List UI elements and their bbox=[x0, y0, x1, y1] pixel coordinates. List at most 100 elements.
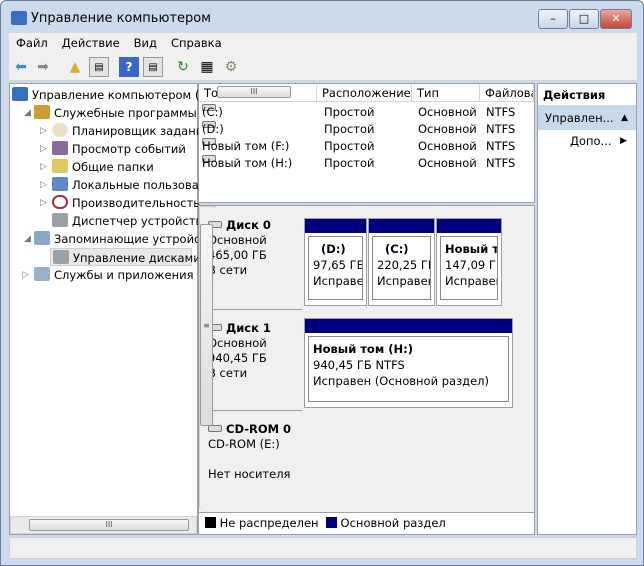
disk-0-info[interactable]: Диск 0 Основной 465,00 ГБ В сети bbox=[201, 208, 302, 310]
tree-item-device-manager[interactable]: Диспетчер устройств bbox=[52, 212, 202, 230]
expand-arrow-icon[interactable]: ▷ bbox=[40, 180, 47, 190]
tree-horizontal-scrollbar[interactable]: III bbox=[10, 516, 197, 534]
tree-item-label: Планировщик задани bbox=[72, 124, 204, 138]
partition-name: (C:) bbox=[385, 242, 409, 256]
volume-fs: NTFS bbox=[486, 122, 516, 136]
disk-layout-pane: Диск 0 Основной 465,00 ГБ В сети (D:) 97,65… bbox=[198, 205, 535, 535]
partition-d[interactable]: (D:) 97,65 ГБ Исправе bbox=[304, 218, 367, 306]
volume-layout: Простой bbox=[324, 139, 375, 153]
column-header-fs[interactable]: Файлова bbox=[480, 84, 534, 102]
navigation-tree: Управление компьютером (л Служебные прог… bbox=[9, 83, 207, 535]
tools-icon bbox=[34, 105, 50, 119]
actions-title: Действия bbox=[538, 84, 636, 106]
storage-icon bbox=[34, 231, 50, 245]
tree-item-label: Производительность bbox=[72, 196, 201, 210]
tree-item-event-viewer[interactable]: Просмотр событий bbox=[52, 140, 186, 158]
menu-help[interactable]: Справка bbox=[171, 36, 222, 50]
tree-item-local-users[interactable]: Локальные пользоват bbox=[52, 176, 206, 194]
partition-status: Исправен bbox=[377, 274, 431, 288]
tree-item-task-scheduler[interactable]: Планировщик задани bbox=[52, 122, 203, 140]
partition-name: Новый т bbox=[445, 242, 498, 256]
volume-row[interactable]: Новый том (F:) Простой Основной NTFS bbox=[199, 138, 534, 155]
window: Управление компьютером – □ ✕ Файл Действи… bbox=[0, 0, 644, 566]
computer-icon bbox=[12, 87, 28, 101]
back-arrow-icon[interactable]: ⬅ bbox=[11, 57, 31, 77]
window-title: Управление компьютером bbox=[31, 11, 211, 26]
cdrom-0-info[interactable]: CD-ROM 0 CD-ROM (E:) Нет носителя bbox=[201, 412, 302, 510]
forward-arrow-icon[interactable]: ➡ bbox=[33, 57, 53, 77]
volume-row[interactable]: (C:) Простой Основной NTFS bbox=[199, 104, 534, 121]
tree-item-disk-management[interactable]: Управление дисками bbox=[50, 248, 201, 266]
partition-h[interactable]: Новый том (H:) 940,45 ГБ NTFS Исправен (Ос… bbox=[304, 318, 513, 408]
tree-root[interactable]: Управление компьютером (л bbox=[12, 86, 207, 104]
partition-c[interactable]: (C:) 220,25 ГБ Исправен bbox=[368, 218, 435, 306]
column-header-layout[interactable]: Расположение bbox=[317, 84, 412, 102]
partition-size: 147,09 ГБ bbox=[445, 258, 498, 272]
expand-arrow-icon[interactable]: ▷ bbox=[22, 270, 29, 280]
partition-f[interactable]: Новый т 147,09 ГБ Исправен bbox=[436, 218, 502, 306]
partition-status: Исправен (Основной раздел) bbox=[313, 374, 490, 388]
tree-item-services-apps[interactable]: Службы и приложения bbox=[34, 266, 194, 284]
tree-item-system-tools[interactable]: Служебные программы bbox=[34, 104, 197, 122]
legend-primary-partition: Основной раздел bbox=[340, 516, 446, 530]
disk-status: Нет носителя bbox=[208, 467, 291, 481]
help-icon[interactable]: ? bbox=[119, 57, 139, 77]
disk-1-info[interactable]: Диск 1 Основной 940,45 ГБ В сети bbox=[201, 311, 302, 411]
collapse-up-icon: ▲ bbox=[621, 113, 628, 123]
legend-unallocated: Не распределен bbox=[219, 516, 319, 530]
actions-more-label: Допо... bbox=[570, 134, 612, 148]
menu-view[interactable]: Вид bbox=[134, 36, 157, 50]
tree-item-storage[interactable]: Запоминающие устройст bbox=[34, 230, 207, 248]
tree-item-label: Просмотр событий bbox=[72, 142, 186, 156]
expand-arrow-icon[interactable]: ▷ bbox=[40, 126, 47, 136]
legend: Не распределен Основной раздел bbox=[199, 512, 534, 534]
column-header-type[interactable]: Тип bbox=[412, 84, 480, 102]
menu-action[interactable]: Действие bbox=[62, 36, 120, 50]
minimize-button[interactable]: – bbox=[538, 9, 568, 29]
expand-arrow-icon[interactable]: ▷ bbox=[40, 162, 47, 172]
partition-name: (D:) bbox=[321, 242, 346, 256]
tree-item-label: Управление дисками bbox=[73, 251, 201, 265]
unallocated-swatch bbox=[205, 517, 216, 528]
collapse-arrow-icon[interactable]: ◢ bbox=[24, 234, 31, 244]
close-button[interactable]: ✕ bbox=[600, 9, 632, 29]
disk-type: CD-ROM (E:) bbox=[208, 437, 280, 451]
tree-item-shared-folders[interactable]: Общие папки bbox=[52, 158, 154, 176]
disk-size: 940,45 ГБ bbox=[208, 351, 267, 365]
tree-item-label: Службы и приложения bbox=[54, 268, 194, 282]
show-hide-action-pane-icon[interactable]: ▤ bbox=[143, 57, 163, 77]
performance-icon bbox=[52, 195, 68, 209]
volume-fs: NTFS bbox=[486, 105, 516, 119]
actions-pane: Действия Управлен... ▲ Допо... ▶ bbox=[537, 83, 637, 535]
maximize-button[interactable]: □ bbox=[569, 9, 599, 29]
expand-arrow-icon[interactable]: ▷ bbox=[40, 198, 47, 208]
disk-name: Диск 0 bbox=[226, 218, 271, 232]
disk-type: Основной bbox=[208, 233, 267, 247]
menu-file[interactable]: Файл bbox=[16, 36, 48, 50]
partition-size: 220,25 ГБ bbox=[377, 258, 431, 272]
expand-arrow-icon[interactable]: ▷ bbox=[40, 144, 47, 154]
volume-row[interactable]: Новый том (H:) Простой Основной NTFS bbox=[199, 155, 534, 172]
event-log-icon bbox=[52, 141, 68, 155]
show-hide-tree-icon[interactable]: ▤ bbox=[89, 57, 109, 77]
refresh-icon[interactable]: ↻ bbox=[173, 57, 193, 77]
computer-management-icon bbox=[11, 11, 27, 25]
users-icon bbox=[52, 177, 68, 191]
partition-status: Исправе bbox=[313, 274, 363, 288]
collapse-arrow-icon[interactable]: ◢ bbox=[24, 108, 31, 118]
disk-status: В сети bbox=[208, 263, 248, 277]
tree-item-label: Общие папки bbox=[72, 160, 154, 174]
actions-section-disk-management[interactable]: Управлен... ▲ bbox=[538, 106, 636, 130]
disk-management-icon bbox=[53, 250, 69, 264]
properties-icon[interactable]: ▦ bbox=[197, 57, 217, 77]
volume-row[interactable]: (D:) Простой Основной NTFS bbox=[199, 121, 534, 138]
actions-more[interactable]: Допо... ▶ bbox=[538, 130, 636, 152]
tree-item-label: Запоминающие устройст bbox=[54, 232, 208, 246]
services-icon bbox=[34, 267, 50, 281]
disk-type: Основной bbox=[208, 336, 267, 350]
partition-size: 940,45 ГБ NTFS bbox=[313, 358, 405, 372]
up-folder-icon[interactable]: ▲ bbox=[65, 57, 85, 77]
settings-icon[interactable]: ⚙ bbox=[221, 57, 241, 77]
tree-item-performance[interactable]: Производительность bbox=[52, 194, 200, 212]
toolbar: ⬅ ➡ ▲ ▤ ? ▤ ↻ ▦ ⚙ bbox=[9, 53, 637, 81]
